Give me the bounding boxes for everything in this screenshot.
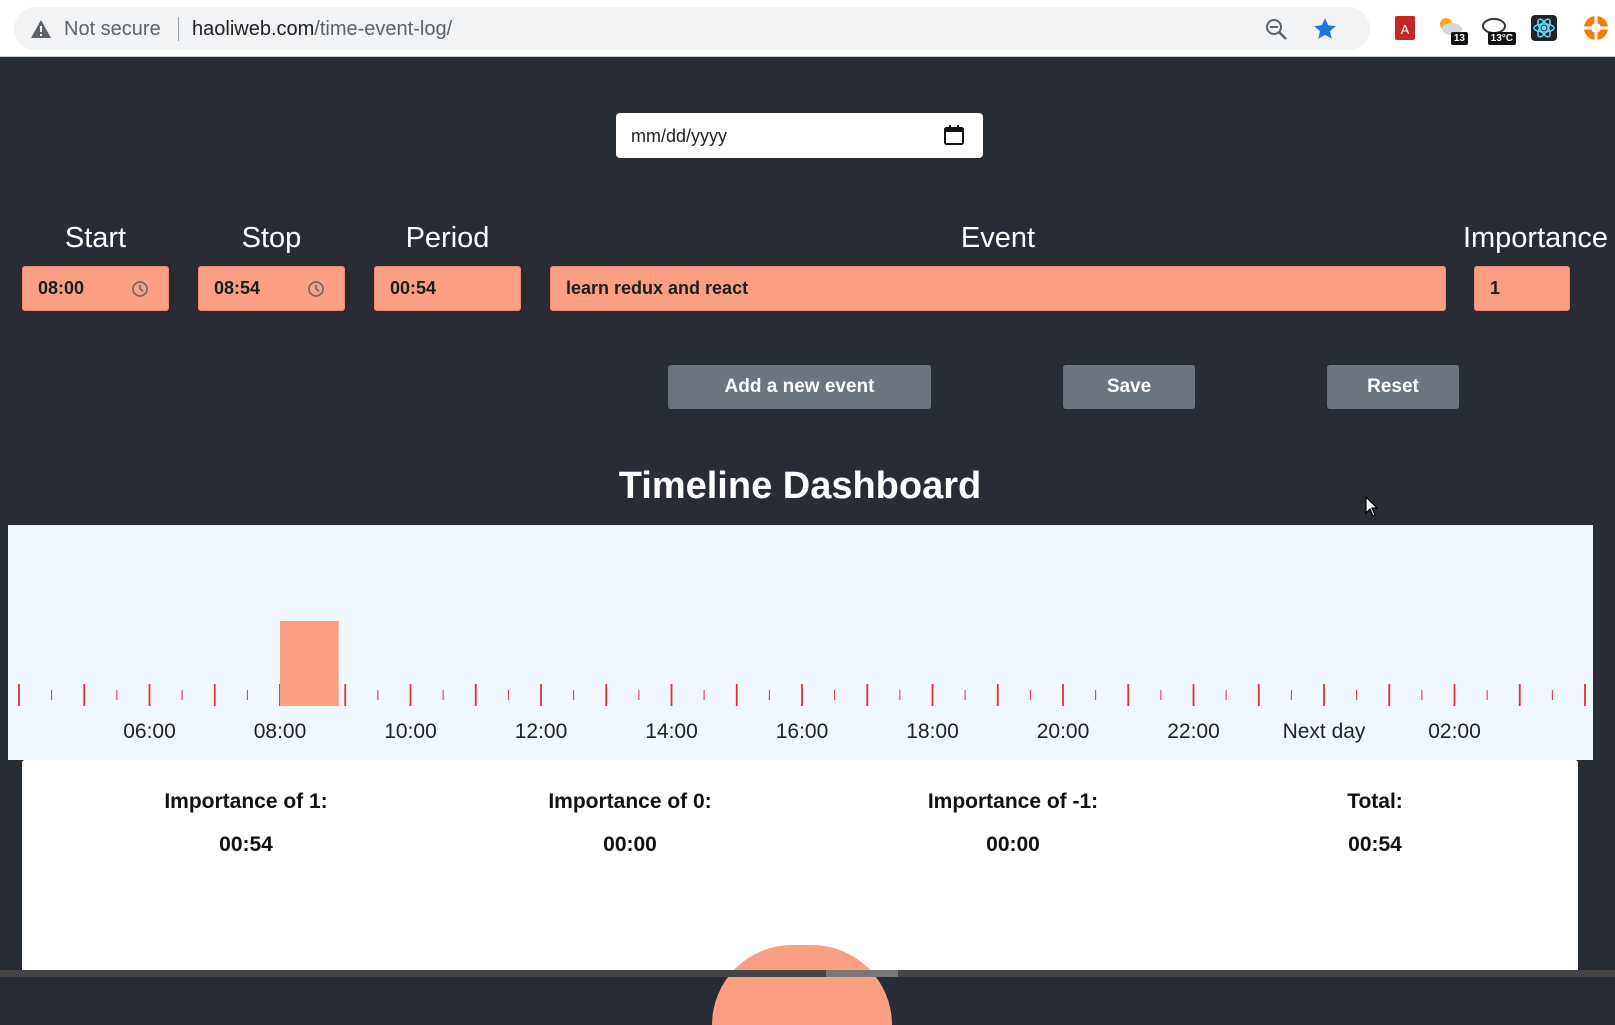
timeline-tick-label: 06:00 <box>123 720 176 743</box>
start-label: Start <box>64 222 127 254</box>
start-time-input[interactable]: 08:00 <box>22 266 169 311</box>
weather-extension-icon[interactable]: 13 <box>1436 14 1468 45</box>
timeline-tick-label: 02:00 <box>1428 720 1481 743</box>
scrollbar-thumb[interactable] <box>826 970 898 977</box>
timeline-tick-label: Next day <box>1283 720 1366 743</box>
timeline-svg: 06:00 08:00 10:00 12:00 14:00 16:00 18:00 20:00… <box>18 621 1586 743</box>
summary-label: Total: <box>1347 790 1403 813</box>
weather-badge: 13 <box>1450 32 1468 45</box>
address-bar[interactable]: Not secure haoliweb.com/time-event-log/ <box>14 7 1370 50</box>
url-path: /time-event-log/ <box>314 18 453 40</box>
summary-importance-minus-1: Importance of -1: 00:00 <box>863 790 1163 857</box>
summary-total: Total: 00:54 <box>1225 790 1525 857</box>
summary-value: 00:00 <box>603 833 657 856</box>
start-time-value: 08:00 <box>38 278 85 298</box>
event-label: Event <box>960 222 1036 254</box>
clock-icon[interactable] <box>130 279 150 299</box>
pdf-extension-icon[interactable]: A <box>1391 14 1419 42</box>
dashboard-title: Timeline Dashboard <box>618 465 982 507</box>
omnibox-divider <box>178 17 179 41</box>
cloud-weather-extension-icon[interactable]: 13°C <box>1480 14 1516 45</box>
timeline-tick-label: 18:00 <box>906 720 959 743</box>
zoom-out-icon[interactable] <box>1264 17 1288 41</box>
timeline-tick-label: 16:00 <box>776 720 829 743</box>
url-text[interactable]: haoliweb.com/time-event-log/ <box>192 18 452 41</box>
bookmark-star-icon[interactable] <box>1312 16 1338 42</box>
app-page: mm/dd/yyyy Start Stop Period Event Impor… <box>0 57 1615 1025</box>
reset-button[interactable]: Reset <box>1327 365 1459 409</box>
security-status[interactable]: Not secure <box>64 18 161 41</box>
summary-label: Importance of 0: <box>548 790 712 813</box>
importance-input[interactable]: 1 <box>1474 266 1570 311</box>
summary-label: Importance of -1: <box>927 790 1099 813</box>
url-domain: haoliweb.com <box>192 18 315 40</box>
mouse-cursor-icon <box>1365 496 1379 517</box>
timeline-tick-label: 12:00 <box>515 720 568 743</box>
summary-label: Importance of 1: <box>164 790 328 813</box>
period-value: 00:54 <box>390 278 437 298</box>
clock-icon[interactable] <box>306 279 326 299</box>
importance-label: Importance <box>1462 222 1609 254</box>
period-input[interactable]: 00:54 <box>374 266 521 311</box>
timeline-tick-label: 20:00 <box>1037 720 1090 743</box>
timeline-tick-label: 10:00 <box>384 720 437 743</box>
importance-value: 1 <box>1490 278 1501 298</box>
react-devtools-icon[interactable] <box>1530 14 1558 42</box>
lifebuoy-extension-icon[interactable] <box>1582 14 1610 42</box>
save-button[interactable]: Save <box>1063 365 1195 409</box>
stop-time-value: 08:54 <box>214 278 261 298</box>
svg-text:A: A <box>1401 22 1410 37</box>
summary-value: 00:54 <box>1348 833 1402 856</box>
timeline-tick-label: 08:00 <box>254 720 307 743</box>
summary-value: 00:00 <box>986 833 1040 856</box>
period-label: Period <box>405 222 490 254</box>
summary-value: 00:54 <box>219 833 273 856</box>
importance-summary: Importance of 1: 00:54 Importance of 0: … <box>22 760 1578 1025</box>
summary-importance-0: Importance of 0: 00:00 <box>480 790 780 857</box>
event-value: learn redux and react <box>566 278 749 298</box>
stop-time-input[interactable]: 08:54 <box>198 266 345 311</box>
event-input[interactable]: learn redux and react <box>550 266 1446 311</box>
pie-chart-top <box>712 945 892 1025</box>
timeline-chart: 06:00 08:00 10:00 12:00 14:00 16:00 18:00 20:00… <box>8 525 1593 760</box>
stop-label: Stop <box>241 222 302 254</box>
timeline-tick-label: 14:00 <box>645 720 698 743</box>
temperature-badge: 13°C <box>1487 32 1516 45</box>
horizontal-scrollbar[interactable] <box>0 970 1615 977</box>
calendar-icon[interactable] <box>943 124 965 146</box>
add-event-button[interactable]: Add a new event <box>668 365 931 409</box>
browser-toolbar: Not secure haoliweb.com/time-event-log/ … <box>0 0 1615 57</box>
summary-importance-1: Importance of 1: 00:54 <box>96 790 396 857</box>
timeline-tick-label: 22:00 <box>1167 720 1220 743</box>
warning-icon <box>31 20 51 38</box>
date-picker-input[interactable]: mm/dd/yyyy <box>616 113 983 158</box>
timeline-event-bar[interactable] <box>280 621 339 706</box>
date-placeholder: mm/dd/yyyy <box>631 126 728 146</box>
